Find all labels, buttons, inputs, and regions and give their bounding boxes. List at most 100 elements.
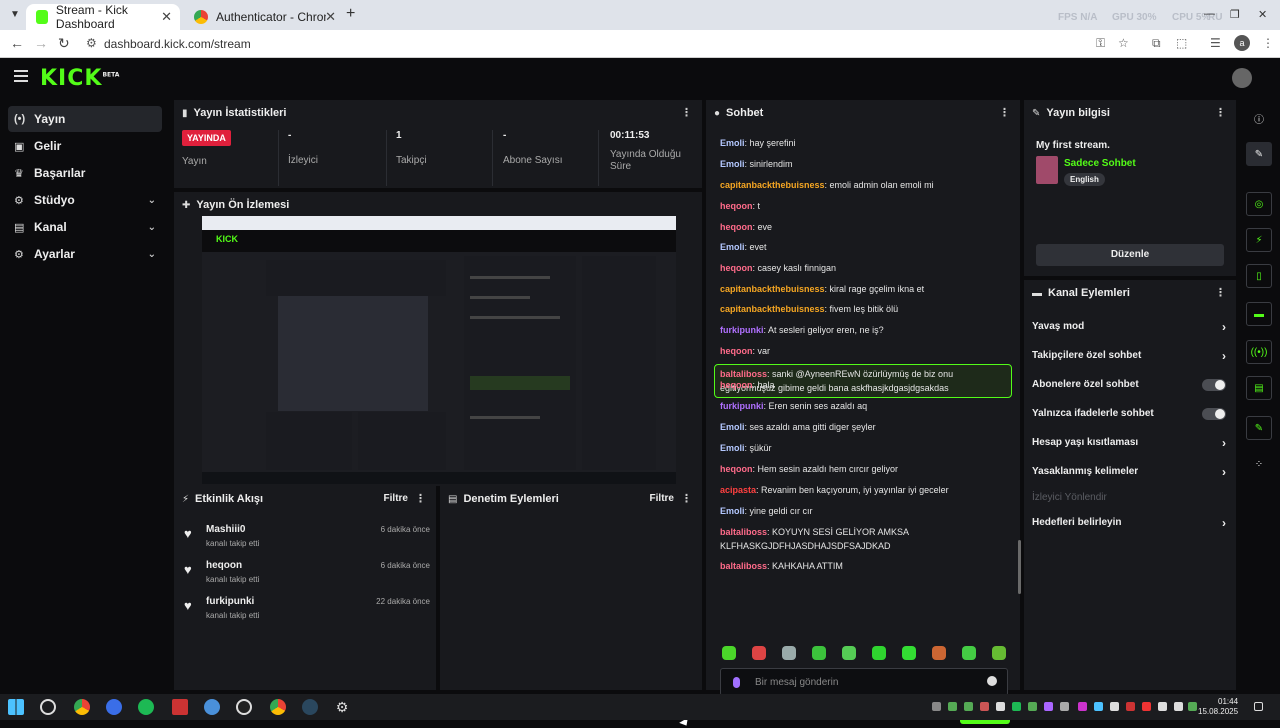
url-field[interactable]: dashboard.kick.com/stream (104, 37, 251, 51)
more-options-icon[interactable]: ⋮ (1215, 106, 1226, 119)
chat-message[interactable]: baltaliboss: KOYUYN SESİ GELİYOR AMKSA KL… (720, 525, 1010, 553)
hamburger-menu-icon[interactable] (14, 70, 28, 82)
chat-message[interactable]: heqoon: casey kaslı finnigan (720, 261, 1010, 275)
tray-icon[interactable] (1044, 702, 1053, 711)
chat-username[interactable]: Emoli (720, 422, 745, 432)
wifi-icon[interactable] (1158, 702, 1167, 711)
tray-icon[interactable] (1110, 702, 1119, 711)
more-options-icon[interactable]: ⋮ (999, 106, 1010, 119)
chat-input[interactable]: Bir mesaj gönderin (720, 668, 1008, 696)
chat-username[interactable]: baltaliboss (720, 561, 767, 571)
chevron-down-icon[interactable]: ⌄ (148, 195, 156, 206)
tray-icon[interactable] (1142, 702, 1151, 711)
subs-only-toggle[interactable] (1202, 379, 1226, 391)
tab-kick-dashboard[interactable]: Stream - Kick Dashboard ✕ (26, 3, 180, 31)
more-options-icon[interactable]: ⋮ (1215, 286, 1226, 299)
follower-name[interactable]: furkipunki (206, 596, 254, 607)
stream-preview-video[interactable]: KICK (202, 216, 676, 484)
site-info-icon[interactable]: ⚙ (86, 36, 97, 50)
info-icon[interactable]: ⓘ (1246, 106, 1272, 130)
app-icon[interactable] (204, 699, 220, 715)
chat-scrollbar[interactable] (1018, 540, 1021, 594)
edit-button[interactable]: Düzenle (1036, 244, 1224, 266)
reading-list-icon[interactable]: ☰ (1210, 36, 1221, 50)
apps-dots-icon[interactable]: ⁘ (1246, 452, 1272, 476)
filter-button[interactable]: Filtre (650, 493, 674, 504)
more-options-icon[interactable]: ⋮ (681, 492, 692, 505)
chat-message[interactable]: heqoon: var (720, 344, 1010, 358)
chrome-icon[interactable] (74, 699, 90, 715)
tab-list-dropdown-icon[interactable]: ▼ (6, 6, 24, 24)
chat-message[interactable]: baltaliboss: KAHKAHA ATTIM (720, 559, 1010, 573)
chat-message[interactable]: capitanbackthebuisness: fivem leş bitik … (720, 302, 1010, 316)
tablet-icon[interactable]: ▯ (1246, 264, 1272, 288)
emote-icon[interactable] (752, 646, 766, 660)
chat-message[interactable]: heqoon: t (720, 199, 1010, 213)
lightning-icon[interactable]: ⚡ (1246, 228, 1272, 252)
volume-icon[interactable] (1174, 702, 1183, 711)
tray-icon[interactable] (1094, 702, 1103, 711)
close-tab-icon[interactable]: ✕ (161, 9, 172, 25)
translate-icon[interactable]: ⧉ (1152, 36, 1161, 51)
action-slow-mode[interactable]: Yavaş mod › (1032, 316, 1226, 338)
emote-icon[interactable] (962, 646, 976, 660)
sidebar-item-studyo[interactable]: ⚙ Stüdyo ⌄ (8, 187, 162, 213)
user-avatar[interactable] (1232, 68, 1252, 88)
chat-username[interactable]: Emoli (720, 242, 745, 252)
chat-username[interactable]: heqoon (720, 222, 753, 232)
new-tab-icon[interactable]: + (346, 5, 355, 23)
chat-username[interactable]: heqoon (720, 263, 753, 273)
chat-message[interactable]: furkipunki: Eren senin ses azaldı aq (720, 399, 1010, 413)
notification-icon[interactable] (1254, 702, 1263, 711)
chat-username[interactable]: acipasta (720, 485, 756, 495)
emote-icon[interactable] (872, 646, 886, 660)
follower-name[interactable]: heqoon (206, 560, 242, 571)
sidebar-item-basarilar[interactable]: ♛ Başarılar (8, 160, 162, 186)
chat-message[interactable]: heqoon: hala (720, 378, 1010, 392)
close-tab-icon[interactable]: ✕ (325, 9, 336, 25)
chat-username[interactable]: furkipunki (720, 325, 764, 335)
emote-icon[interactable] (902, 646, 916, 660)
broadcast-icon[interactable]: ((•)) (1246, 340, 1272, 364)
filter-button[interactable]: Filtre (384, 493, 408, 504)
layout-icon[interactable]: ▤ (1246, 376, 1272, 400)
emote-icon[interactable] (722, 646, 736, 660)
password-key-icon[interactable]: ⚿ (1096, 36, 1105, 51)
valorant-icon[interactable] (172, 699, 188, 715)
discord-icon[interactable] (106, 699, 122, 715)
windows-start-icon[interactable] (8, 699, 24, 715)
chat-message[interactable]: heqoon: eve (720, 220, 1010, 234)
tray-icon[interactable] (1012, 702, 1021, 711)
chat-message[interactable]: Emoli: evet (720, 240, 1010, 254)
action-followers-only[interactable]: Takipçilere özel sohbet › (1032, 345, 1226, 367)
chat-username[interactable]: heqoon (720, 201, 753, 211)
spotify-icon[interactable] (138, 699, 154, 715)
wrench-icon[interactable]: ✎ (1246, 416, 1272, 440)
sidebar-item-gelir[interactable]: ▣ Gelir (8, 133, 162, 159)
emotes-only-toggle[interactable] (1202, 408, 1226, 420)
chat-username[interactable]: Emoli (720, 138, 745, 148)
category-link[interactable]: Sadece Sohbet (1064, 158, 1136, 169)
more-options-icon[interactable]: ⋮ (415, 492, 426, 505)
chat-username[interactable]: heqoon (720, 346, 753, 356)
kick-logo[interactable]: KICKBETA (40, 66, 119, 91)
chat-message[interactable]: acipasta: Revanim ben kaçıyorum, iyi yay… (720, 483, 1010, 497)
steam-icon[interactable] (302, 699, 318, 715)
microphone-icon[interactable] (733, 677, 740, 688)
system-clock[interactable]: 01:44 15.08.2025 (1198, 697, 1238, 717)
maximize-icon[interactable]: ❐ (1230, 8, 1240, 21)
chat-message[interactable]: Emoli: sinirlendim (720, 157, 1010, 171)
action-account-age[interactable]: Hesap yaşı kısıtlaması › (1032, 432, 1226, 454)
tab-authenticator[interactable]: Authenticator - Chrome Web S ✕ (184, 4, 344, 30)
emoji-picker-icon[interactable] (987, 676, 997, 686)
sidebar-item-ayarlar[interactable]: ⚙ Ayarlar ⌄ (8, 241, 162, 267)
follower-name[interactable]: Mashiii0 (206, 524, 245, 535)
tray-icon[interactable] (932, 702, 941, 711)
close-window-icon[interactable]: ✕ (1258, 8, 1267, 21)
extensions-icon[interactable]: ⬚ (1176, 36, 1187, 50)
tray-icon[interactable] (980, 702, 989, 711)
chat-username[interactable]: capitanbackthebuisness (720, 180, 825, 190)
chevron-down-icon[interactable]: ⌄ (148, 249, 156, 260)
tray-icon[interactable] (1188, 702, 1197, 711)
sidebar-item-kanal[interactable]: ▤ Kanal ⌄ (8, 214, 162, 240)
